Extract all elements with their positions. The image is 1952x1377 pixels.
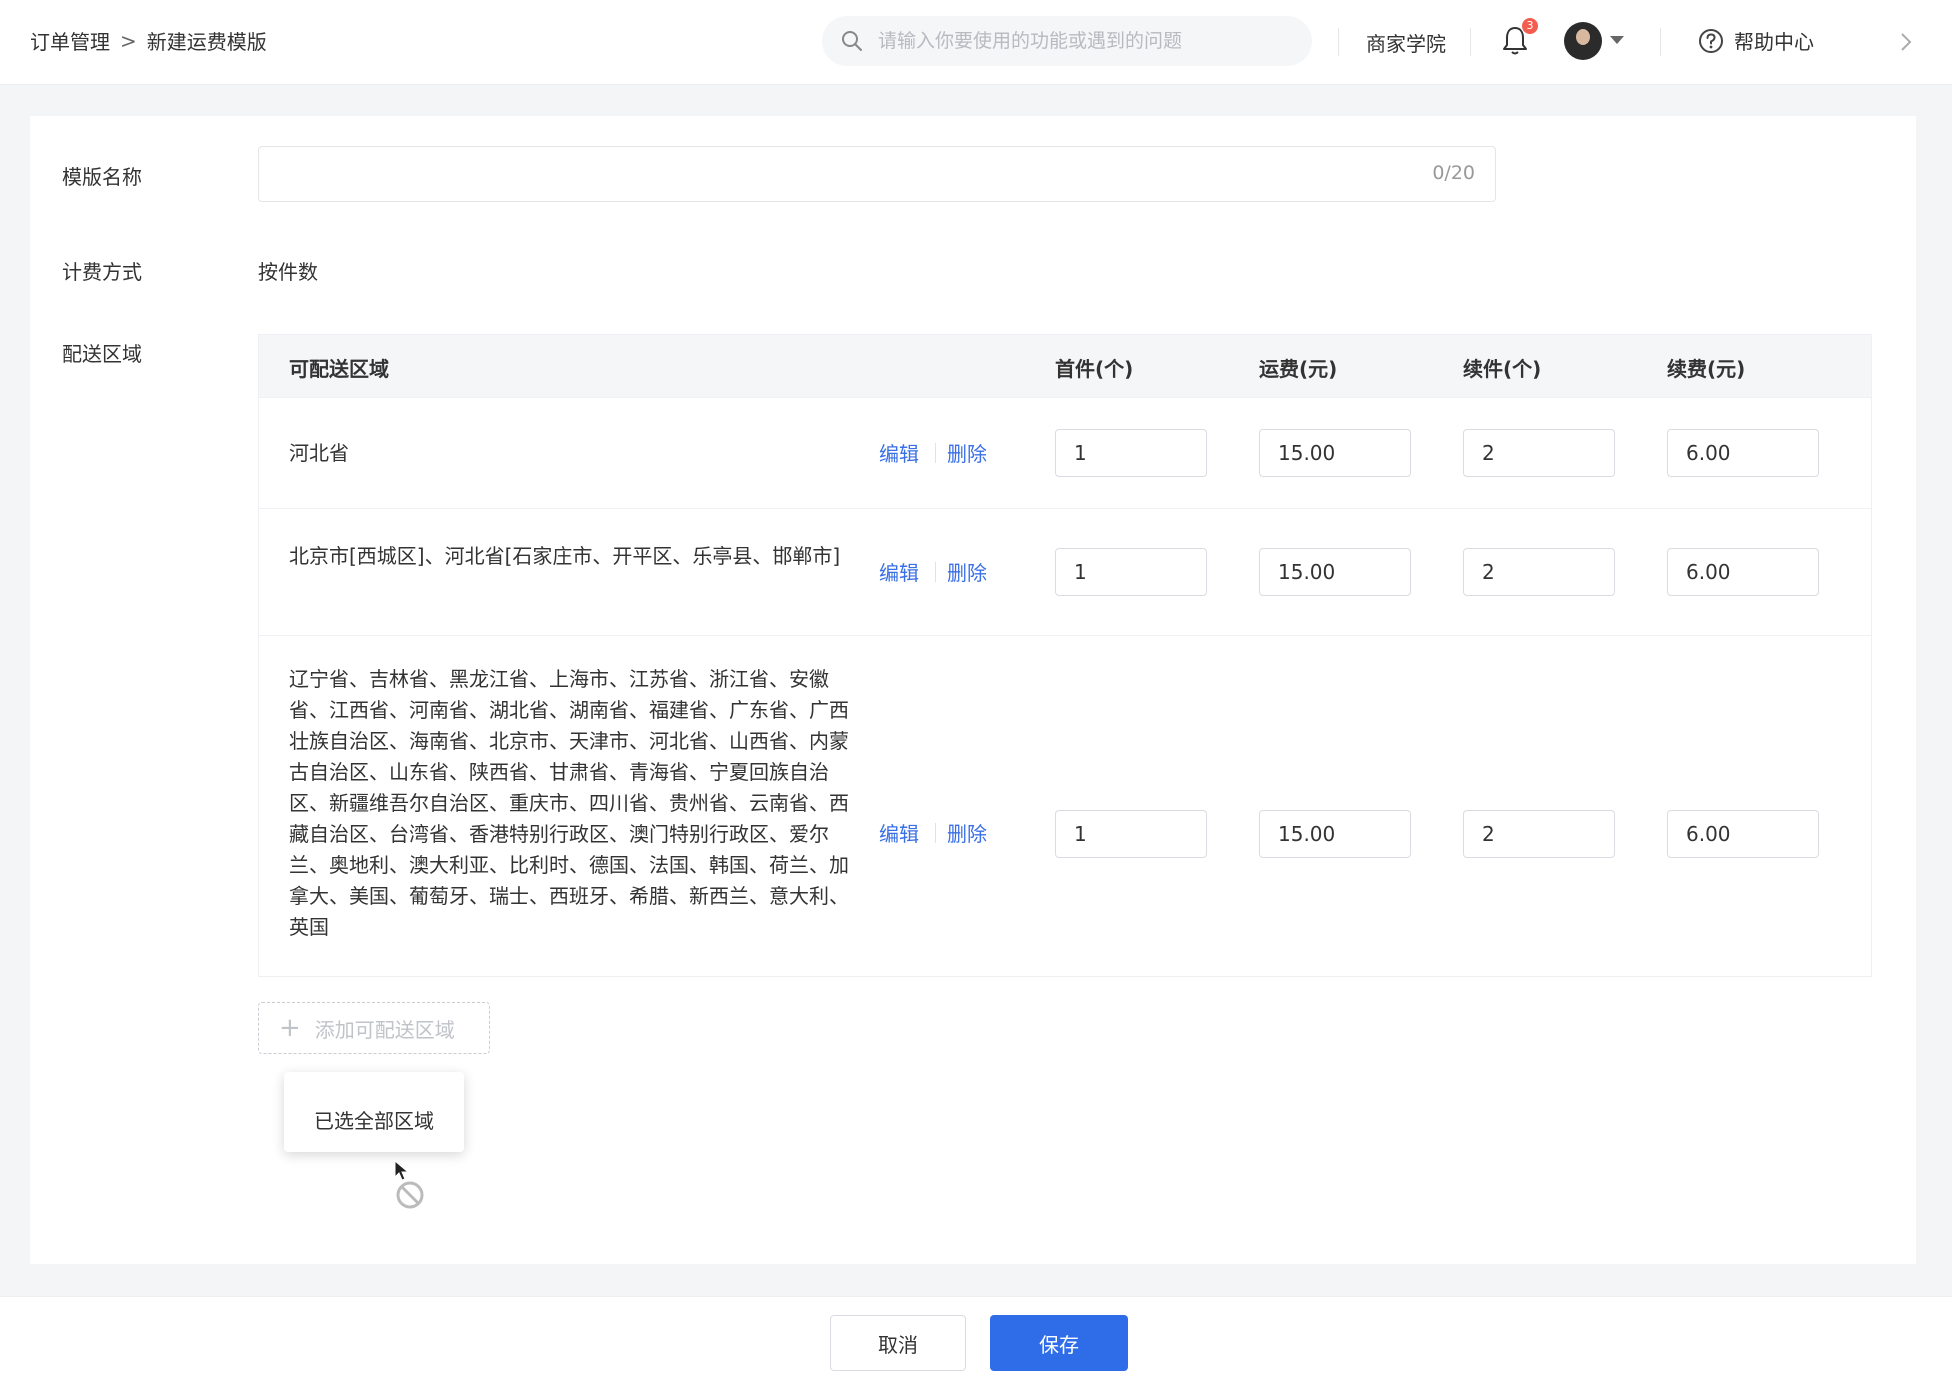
column-header-first-qty: 首件(个): [1055, 357, 1134, 381]
extra-qty-field[interactable]: [1463, 548, 1615, 596]
template-name-field[interactable]: 0/20: [258, 146, 1496, 202]
first-fee-input[interactable]: [1276, 821, 1400, 847]
region-text: 辽宁省、吉林省、黑龙江省、上海市、江苏省、浙江省、安徽省、江西省、河南省、湖北省…: [289, 667, 849, 939]
delete-link[interactable]: 删除: [947, 438, 987, 467]
avatar[interactable]: [1564, 22, 1602, 60]
column-header-region: 可配送区域: [289, 357, 389, 381]
edit-link[interactable]: 编辑: [879, 438, 919, 467]
edit-link[interactable]: 编辑: [879, 557, 919, 586]
template-name-label: 模版名称: [62, 165, 142, 189]
action-divider: [935, 443, 936, 463]
not-allowed-icon: [396, 1181, 424, 1209]
top-bar: 订单管理 > 新建运费模版 商家学院 3 帮助中心: [0, 0, 1952, 85]
action-divider: [935, 823, 936, 843]
chevron-down-icon[interactable]: [1610, 36, 1624, 44]
breadcrumb: 订单管理 > 新建运费模版: [30, 26, 267, 55]
first-qty-input[interactable]: [1072, 821, 1196, 847]
extra-fee-input[interactable]: [1684, 559, 1808, 585]
table-header: 可配送区域 首件(个) 运费(元) 续件(个) 续费(元): [259, 335, 1871, 397]
template-name-input[interactable]: [275, 147, 1379, 199]
search-box[interactable]: [822, 16, 1312, 66]
delivery-area-label: 配送区域: [62, 342, 142, 366]
table-row: 辽宁省、吉林省、黑龙江省、上海市、江苏省、浙江省、安徽省、江西省、河南省、湖北省…: [259, 635, 1871, 976]
first-fee-field[interactable]: [1259, 429, 1411, 477]
extra-fee-input[interactable]: [1684, 440, 1808, 466]
top-divider: [1660, 28, 1661, 56]
billing-method-value: 按件数: [258, 260, 318, 284]
help-center-link[interactable]: 帮助中心: [1698, 26, 1814, 55]
extra-fee-input[interactable]: [1684, 821, 1808, 847]
region-text: 河北省: [289, 441, 349, 465]
top-divider: [1338, 28, 1339, 56]
template-name-counter: 0/20: [1432, 162, 1475, 184]
extra-qty-input[interactable]: [1480, 559, 1604, 585]
first-qty-field[interactable]: [1055, 548, 1207, 596]
column-header-extra-fee: 续费(元): [1667, 357, 1746, 381]
delete-link[interactable]: 删除: [947, 557, 987, 586]
first-qty-field[interactable]: [1055, 429, 1207, 477]
column-header-extra-qty: 续件(个): [1463, 357, 1542, 381]
first-fee-input[interactable]: [1276, 440, 1400, 466]
action-divider: [935, 562, 936, 582]
extra-fee-field[interactable]: [1667, 548, 1819, 596]
extra-qty-field[interactable]: [1463, 429, 1615, 477]
region-text: 北京市[西城区]、河北省[石家庄市、开平区、乐亭县、邯郸市]: [289, 544, 841, 568]
first-fee-field[interactable]: [1259, 810, 1411, 858]
add-delivery-area-label: 添加可配送区域: [314, 1017, 455, 1042]
plus-icon: +: [279, 1013, 301, 1043]
merchant-academy-link[interactable]: 商家学院: [1366, 28, 1446, 57]
footer-bar: 取消 保存: [0, 1296, 1952, 1377]
column-header-first-fee: 运费(元): [1259, 357, 1338, 381]
form-card: 模版名称 0/20 计费方式 按件数 配送区域 可配送区域 首件(个) 运费(元…: [30, 116, 1916, 1264]
edit-link[interactable]: 编辑: [879, 818, 919, 847]
extra-fee-field[interactable]: [1667, 429, 1819, 477]
chevron-right-icon[interactable]: [1898, 30, 1914, 54]
extra-qty-input[interactable]: [1480, 821, 1604, 847]
billing-method-label: 计费方式: [62, 260, 142, 284]
first-qty-input[interactable]: [1072, 559, 1196, 585]
breadcrumb-order-management[interactable]: 订单管理: [30, 26, 110, 55]
save-button[interactable]: 保存: [990, 1315, 1128, 1371]
notification-badge: 3: [1522, 18, 1538, 34]
search-input[interactable]: [876, 29, 1280, 53]
add-delivery-area-button[interactable]: + 添加可配送区域: [258, 1002, 490, 1054]
first-fee-field[interactable]: [1259, 548, 1411, 596]
shipping-rules-table: 可配送区域 首件(个) 运费(元) 续件(个) 续费(元) 河北省 编辑 删除 …: [258, 334, 1872, 977]
delete-link[interactable]: 删除: [947, 818, 987, 847]
first-qty-field[interactable]: [1055, 810, 1207, 858]
table-row: 北京市[西城区]、河北省[石家庄市、开平区、乐亭县、邯郸市] 编辑 删除: [259, 508, 1871, 635]
mouse-pointer-icon: [394, 1160, 410, 1181]
question-icon: [1699, 28, 1723, 53]
tooltip-text: 已选全部区域: [314, 1109, 434, 1133]
first-qty-input[interactable]: [1072, 440, 1196, 466]
extra-qty-field[interactable]: [1463, 810, 1615, 858]
breadcrumb-current: 新建运费模版: [146, 30, 267, 54]
extra-qty-input[interactable]: [1480, 440, 1604, 466]
first-fee-input[interactable]: [1276, 559, 1400, 585]
extra-fee-field[interactable]: [1667, 810, 1819, 858]
top-divider: [1470, 28, 1471, 56]
help-center-label: 帮助中心: [1734, 30, 1814, 54]
breadcrumb-separator: >: [120, 28, 137, 53]
all-areas-selected-tooltip: 已选全部区域: [284, 1072, 464, 1152]
cancel-button[interactable]: 取消: [830, 1315, 966, 1371]
search-icon: [842, 31, 862, 51]
table-row: 河北省 编辑 删除: [259, 397, 1871, 508]
